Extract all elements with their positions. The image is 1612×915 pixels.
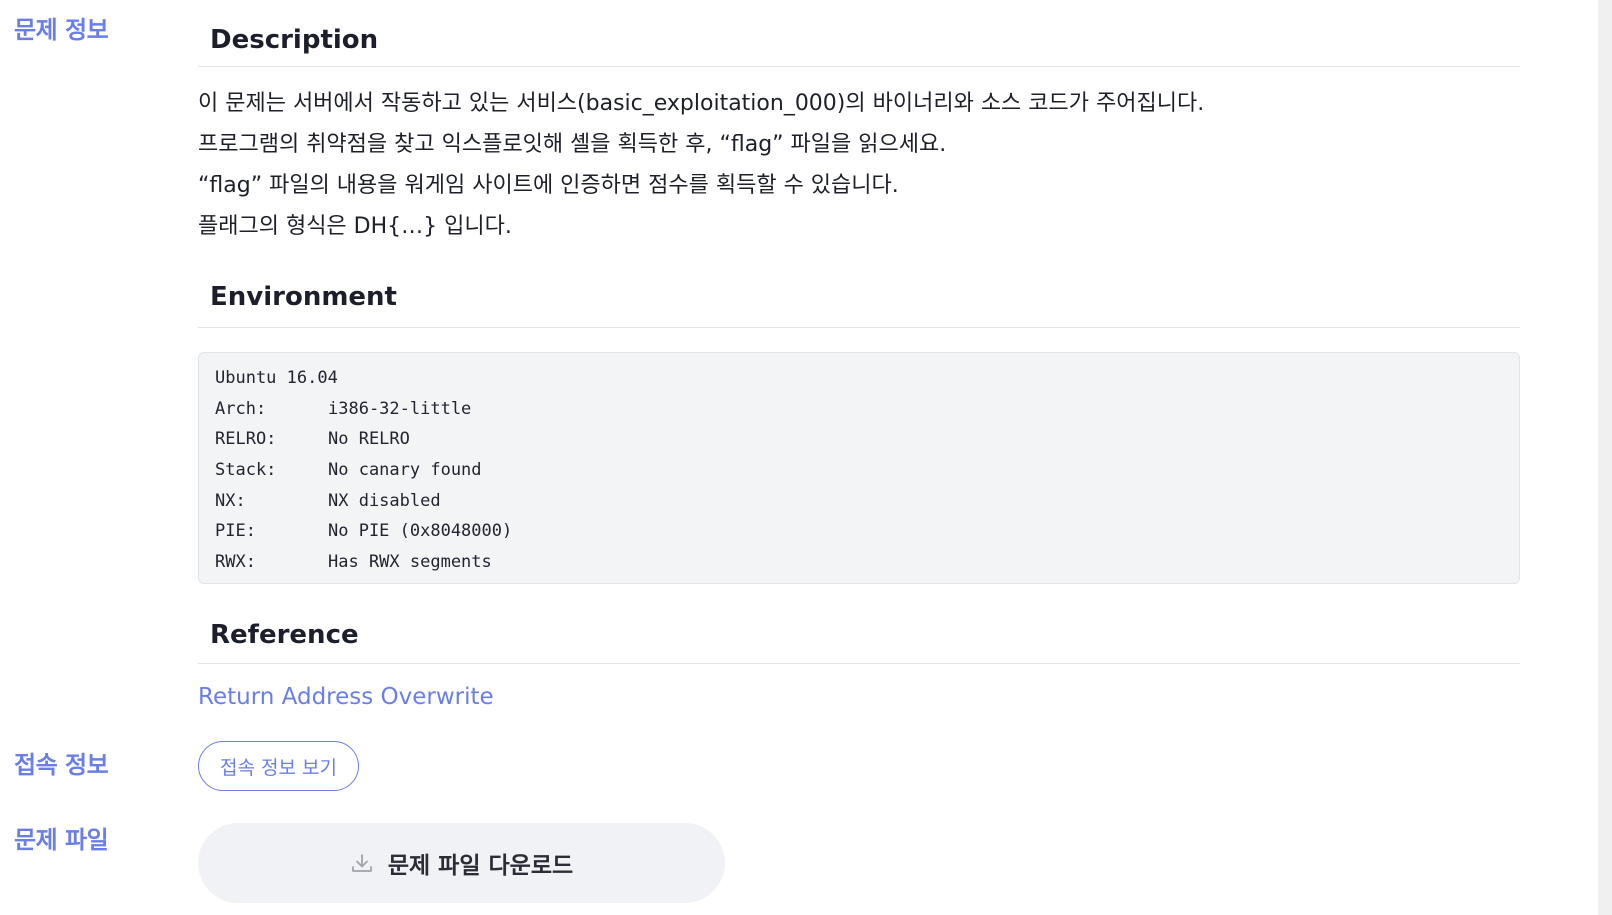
page-scrollbar[interactable]	[1598, 0, 1612, 915]
code-line: NX: NX disabled	[215, 486, 1503, 517]
reference-heading: Reference	[198, 600, 1520, 664]
problem-content: Description 이 문제는 서버에서 작동하고 있는 서비스(basic…	[198, 0, 1520, 710]
code-line: RWX: Has RWX segments	[215, 547, 1503, 578]
code-value: No canary found	[328, 460, 482, 481]
label-problem-file: 문제 파일	[14, 826, 109, 854]
description-heading: Description	[198, 0, 1520, 67]
view-access-info-button[interactable]: 접속 정보 보기	[198, 741, 359, 791]
code-value: NX disabled	[328, 490, 441, 511]
code-line: RELRO: No RELRO	[215, 424, 1503, 455]
code-key: RWX:	[215, 552, 256, 573]
code-line: Ubuntu 16.04	[215, 363, 1503, 394]
download-label: 문제 파일 다운로드	[387, 853, 574, 879]
description-line: 플래그의 형식은 DH{…} 입니다.	[198, 214, 512, 239]
os-version: Ubuntu 16.04	[215, 368, 338, 388]
description-line: “flag” 파일의 내용을 워게임 사이트에 인증하면 점수를 획득할 수 있…	[198, 173, 899, 198]
reference-body: Return Address Overwrite	[198, 684, 1520, 710]
environment-heading: Environment	[198, 253, 1520, 328]
environment-code-block: Ubuntu 16.04 Arch: i386-32-little RELRO: N…	[198, 352, 1520, 584]
download-icon	[350, 851, 374, 875]
reference-link[interactable]: Return Address Overwrite	[198, 684, 494, 710]
code-value: No RELRO	[328, 429, 410, 450]
description-line: 프로그램의 취약점을 찾고 익스플로잇해 셸을 획득한 후, “flag” 파일…	[198, 132, 947, 157]
code-value: No PIE (0x8048000)	[328, 521, 513, 542]
code-value: i386-32-little	[328, 398, 472, 419]
code-key: Arch:	[215, 398, 267, 419]
label-access-info: 접속 정보	[14, 751, 109, 779]
code-value: Has RWX segments	[328, 552, 492, 573]
download-problem-file-button[interactable]: 문제 파일 다운로드	[198, 823, 725, 903]
code-line: Stack: No canary found	[215, 455, 1503, 486]
label-problem-info: 문제 정보	[14, 16, 109, 44]
code-line: Arch: i386-32-little	[215, 394, 1503, 425]
description-body: 이 문제는 서버에서 작동하고 있는 서비스(basic_exploitatio…	[198, 67, 1520, 247]
description-line: 이 문제는 서버에서 작동하고 있는 서비스(basic_exploitatio…	[198, 91, 1205, 116]
code-key: Stack:	[215, 460, 277, 481]
code-key: PIE:	[215, 521, 256, 542]
code-key: RELRO:	[215, 429, 277, 450]
code-key: NX:	[215, 490, 246, 511]
code-line: PIE: No PIE (0x8048000)	[215, 516, 1503, 547]
